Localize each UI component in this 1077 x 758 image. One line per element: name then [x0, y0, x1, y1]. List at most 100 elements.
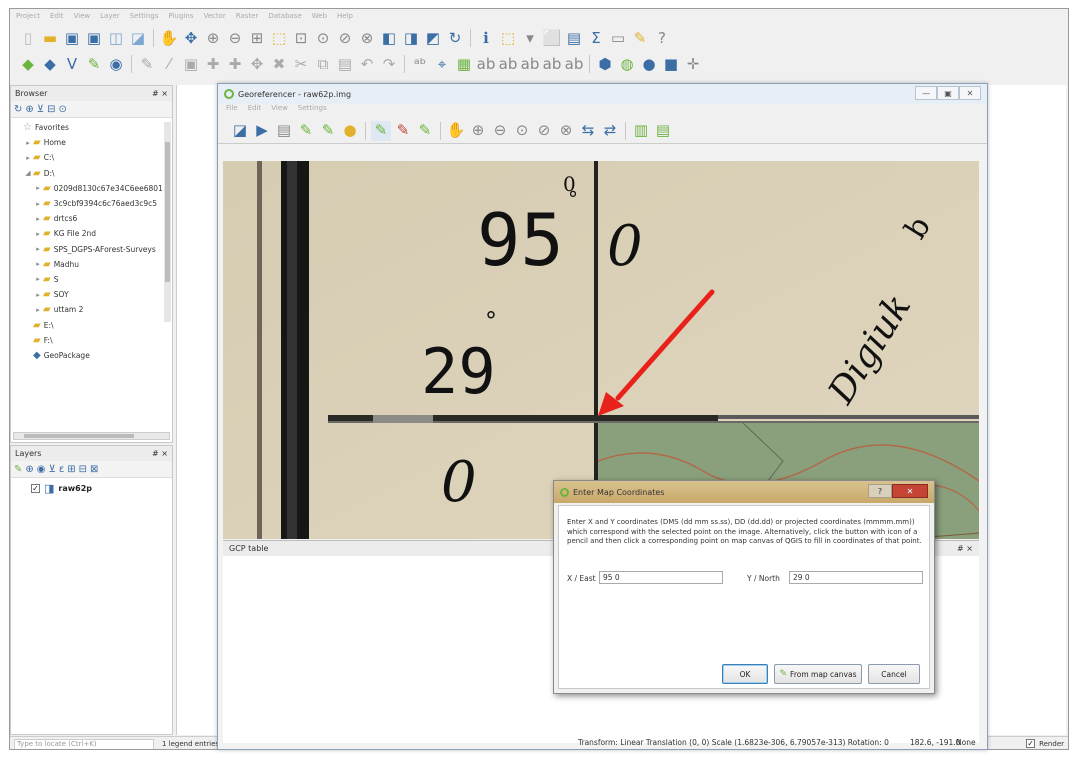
filter-legend-icon[interactable]: ⊻ [49, 464, 56, 475]
copy-icon[interactable]: ⧉ [313, 54, 333, 74]
expression-filter-icon[interactable]: ε [59, 464, 64, 475]
zoom-next-icon[interactable]: ⊗ [357, 28, 377, 48]
browser-tree-item[interactable]: ▰ F:\ [13, 333, 172, 348]
expand-arrow-icon[interactable]: ▸ [33, 200, 43, 208]
label-pin-icon[interactable]: ⌖ [432, 54, 452, 74]
menu-project[interactable]: Project [16, 12, 40, 22]
layer-visibility-checkbox[interactable]: ✓ [31, 484, 40, 493]
browser-panel-close-button[interactable]: # × [152, 89, 168, 98]
x-east-input[interactable]: 95 0 [599, 571, 723, 584]
menu-settings[interactable]: Settings [298, 104, 327, 118]
cancel-button[interactable]: Cancel [868, 664, 920, 684]
gcp-table-close-button[interactable]: # × [957, 544, 973, 553]
close-button[interactable]: ✕ [959, 86, 981, 100]
print-layout-icon[interactable]: ◫ [106, 28, 126, 48]
browser-tree-item[interactable]: ▸ ▰ SPS_DGPS-AForest-Surveys [13, 242, 172, 257]
vertex-tool-icon[interactable]: ✚ [225, 54, 245, 74]
menu-view[interactable]: View [271, 104, 288, 118]
browser-tree-item[interactable]: ▸ ▰ Home [13, 135, 172, 150]
expand-arrow-icon[interactable]: ▸ [33, 215, 43, 223]
redo-icon[interactable]: ↷ [379, 54, 399, 74]
link-qgis-icon[interactable]: ⇄ [600, 121, 620, 141]
help-button[interactable]: ? [868, 484, 892, 498]
save-project-icon[interactable]: ▣ [62, 28, 82, 48]
label-tool-icon[interactable]: ᵃᵇ [410, 54, 430, 74]
menu-layer[interactable]: Layer [100, 12, 120, 22]
add-raster-layer-icon[interactable]: ◆ [40, 54, 60, 74]
paste-icon[interactable]: ▤ [335, 54, 355, 74]
undo-icon[interactable]: ↶ [357, 54, 377, 74]
generate-gdal-script-icon[interactable]: ▤ [274, 121, 294, 141]
browser-tree-item[interactable]: ▸ ▰ Madhu [13, 257, 172, 272]
collapse-all-icon[interactable]: ⊟ [47, 104, 55, 115]
menu-vector[interactable]: Vector [203, 12, 225, 22]
digitize-icon[interactable]: ✎ [84, 54, 104, 74]
pencil-edit-icon[interactable]: ✎ [137, 54, 157, 74]
label-show-icon[interactable]: ab [476, 54, 496, 74]
load-gcp-points-icon[interactable]: ✎ [296, 121, 316, 141]
expand-arrow-icon[interactable]: ◢ [23, 169, 33, 177]
raster-properties-icon[interactable]: ▥ [631, 121, 651, 141]
browser-tree-item[interactable]: ◢ ▰ D:\ [13, 166, 172, 181]
add-group-icon[interactable]: ⊕ [25, 464, 33, 475]
deselect-icon[interactable]: ⬜ [542, 28, 562, 48]
close-button[interactable]: ✕ [892, 484, 928, 498]
browser-tree-item[interactable]: ☆ Favorites [13, 120, 172, 135]
help-icon[interactable]: ? [652, 28, 672, 48]
label-rotate-icon[interactable]: ab [520, 54, 540, 74]
menu-edit[interactable]: Edit [50, 12, 64, 22]
label-change-icon[interactable]: ab [542, 54, 562, 74]
statistics-icon[interactable]: Σ [586, 28, 606, 48]
menu-file[interactable]: File [226, 104, 238, 118]
menu-web[interactable]: Web [312, 12, 327, 22]
open-project-icon[interactable]: ▬ [40, 28, 60, 48]
menu-database[interactable]: Database [268, 12, 301, 22]
transformation-settings-icon[interactable]: ● [340, 121, 360, 141]
layer-row[interactable]: ✓ ◨ raw62p [11, 478, 172, 495]
open-attribute-table-icon[interactable]: ▤ [564, 28, 584, 48]
expand-arrow-icon[interactable]: ▸ [33, 291, 43, 299]
zoom-full-icon[interactable]: ⊞ [247, 28, 267, 48]
zoom-selection-icon[interactable]: ⬚ [269, 28, 289, 48]
crosshair-icon[interactable]: ✛ [683, 54, 703, 74]
add-wms-layer-icon[interactable]: ◉ [106, 54, 126, 74]
expand-arrow-icon[interactable]: ▸ [33, 306, 43, 314]
expand-arrow-icon[interactable]: ▸ [33, 260, 43, 268]
pan-to-selection-icon[interactable]: ✥ [181, 28, 201, 48]
ok-button[interactable]: OK [722, 664, 768, 684]
save-gcp-points-icon[interactable]: ✎ [318, 121, 338, 141]
new-project-icon[interactable]: ▯ [18, 28, 38, 48]
locator-search-input[interactable]: Type to locate (Ctrl+K) [14, 739, 154, 749]
save-edits-icon[interactable]: ▣ [181, 54, 201, 74]
menu-settings[interactable]: Settings [130, 12, 159, 22]
expand-arrow-icon[interactable]: ▸ [23, 154, 33, 162]
processing-icon[interactable]: ■ [661, 54, 681, 74]
render-toggle[interactable]: ✓ Render [1026, 739, 1064, 748]
zoom-out-icon[interactable]: ⊖ [225, 28, 245, 48]
zoom-to-layer-icon[interactable]: ⊙ [512, 121, 532, 141]
histogram-icon[interactable]: ▤ [653, 121, 673, 141]
delete-point-icon[interactable]: ✎ [393, 121, 413, 141]
filter-icon[interactable]: ⊻ [37, 104, 44, 115]
browser-tree-item[interactable]: ▸ ▰ drtcs6 [13, 211, 172, 226]
browser-tree-item[interactable]: ▸ ▰ C:\ [13, 150, 172, 165]
scrollbar-thumb[interactable] [24, 434, 134, 438]
menu-raster[interactable]: Raster [236, 12, 259, 22]
expand-arrow-icon[interactable]: ▸ [33, 230, 43, 238]
manage-map-themes-icon[interactable]: ◉ [37, 464, 46, 475]
move-feature-icon[interactable]: ✥ [247, 54, 267, 74]
zoom-last-icon[interactable]: ⊘ [335, 28, 355, 48]
globe-icon[interactable]: ● [639, 54, 659, 74]
browser-tree-item[interactable]: ▸ ▰ uttam 2 [13, 302, 172, 317]
zoom-in-icon[interactable]: ⊕ [203, 28, 223, 48]
browser-tree-item[interactable]: ▸ ▰ 3c9cbf9394c6c76aed3c9c5 [13, 196, 172, 211]
show-bookmarks-icon[interactable]: ◩ [423, 28, 443, 48]
python-console-icon[interactable]: ⬢ [595, 54, 615, 74]
browser-vertical-scrollbar[interactable] [164, 122, 171, 322]
refresh-icon[interactable]: ↻ [445, 28, 465, 48]
browser-tree-item[interactable]: ◆ GeoPackage [13, 348, 172, 363]
crs-status[interactable]: None [956, 738, 976, 747]
minimize-button[interactable]: — [915, 86, 937, 100]
browser-horizontal-scrollbar[interactable] [13, 432, 170, 440]
collapse-all-icon[interactable]: ⊟ [79, 464, 87, 475]
